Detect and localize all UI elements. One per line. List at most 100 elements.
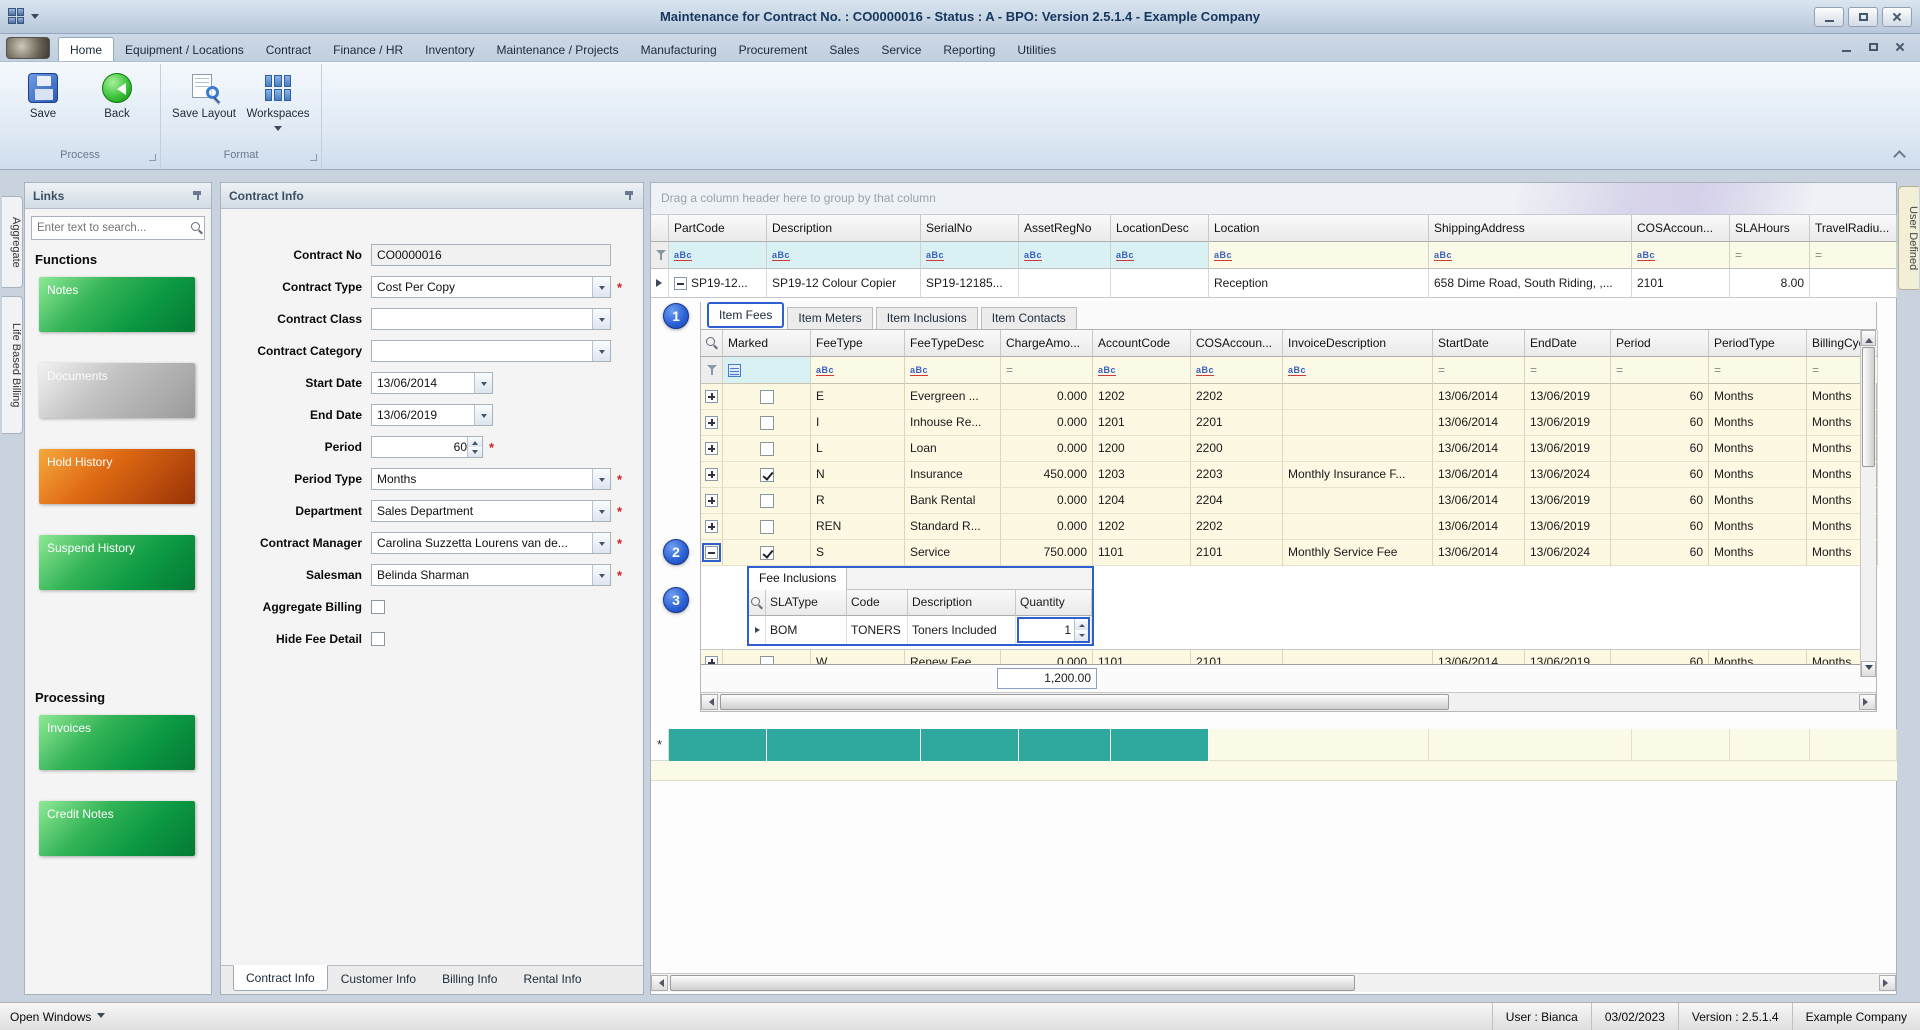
periodtype-cell[interactable]: Months xyxy=(1709,462,1807,488)
periodtype-cell[interactable]: Months xyxy=(1709,514,1807,540)
filter-cell[interactable]: aBc xyxy=(811,357,905,384)
column-header[interactable]: SLAHours xyxy=(1730,215,1810,242)
ribbon-tab[interactable]: Service xyxy=(870,38,932,61)
scroll-right-button[interactable] xyxy=(1859,694,1876,710)
spinner-icon[interactable] xyxy=(467,437,482,457)
chargeamount-cell[interactable]: 0.000 xyxy=(1001,514,1093,540)
maximize-button[interactable] xyxy=(1848,7,1878,27)
link-button[interactable]: Suspend History xyxy=(39,535,195,590)
shippingaddress-cell[interactable]: 658 Dime Road, South Riding, ,... xyxy=(1429,269,1632,298)
workspaces-button[interactable]: Workspaces xyxy=(245,70,311,135)
dropdown-icon[interactable] xyxy=(592,341,610,361)
billing-strip-row[interactable]: * xyxy=(651,729,1897,761)
period-stepper[interactable]: 60 xyxy=(371,436,483,458)
enddate-cell[interactable]: 13/06/2024 xyxy=(1525,540,1611,566)
bottom-tab[interactable]: Billing Info xyxy=(429,966,510,992)
quantity-stepper[interactable]: 1 xyxy=(1017,617,1090,643)
collapse-icon[interactable] xyxy=(705,546,718,559)
column-header[interactable]: ChargeAmo... xyxy=(1001,330,1093,357)
column-header[interactable]: FeeType xyxy=(811,330,905,357)
ribbon-tab[interactable]: Home xyxy=(58,37,114,61)
ribbon-tab[interactable]: Reporting xyxy=(932,38,1006,61)
dropdown-icon[interactable] xyxy=(592,469,610,489)
fee-row-partial[interactable]: W Renew Fee 0.000 1101 2101 13/06/2014 1… xyxy=(701,650,1876,664)
bpo-logo[interactable] xyxy=(6,37,50,59)
column-header[interactable]: Description xyxy=(767,215,921,242)
child-close-button[interactable] xyxy=(1888,38,1912,56)
fees-horizontal-scrollbar[interactable] xyxy=(701,692,1876,711)
aggregate-billing-checkbox[interactable] xyxy=(371,600,385,614)
bottom-tab[interactable]: Customer Info xyxy=(328,966,429,992)
enddate-cell[interactable]: 13/06/2019 xyxy=(1525,488,1611,514)
end-date-picker[interactable]: 13/06/2019 xyxy=(371,404,493,426)
dropdown-icon[interactable] xyxy=(592,501,610,521)
ribbon-tab[interactable]: Finance / HR xyxy=(322,38,414,61)
chargeamount-cell[interactable]: 450.000 xyxy=(1001,462,1093,488)
chargeamount-cell[interactable]: 0.000 xyxy=(1001,384,1093,410)
marked-checkbox[interactable] xyxy=(760,416,774,430)
collapse-ribbon-icon[interactable] xyxy=(1894,149,1904,159)
department-combo[interactable]: Sales Department xyxy=(371,500,611,522)
column-header[interactable]: Description xyxy=(908,590,1016,616)
filter-cell[interactable]: aBc xyxy=(1191,357,1283,384)
fee-inclusions-tab[interactable]: Fee Inclusions xyxy=(749,568,847,590)
scrollbar-thumb[interactable] xyxy=(1862,347,1875,467)
partcode-cell[interactable]: SP19-12... xyxy=(669,269,767,298)
contract-category-combo[interactable] xyxy=(371,340,611,362)
filter-cell[interactable]: = xyxy=(1709,357,1807,384)
accountcode-cell[interactable]: 1200 xyxy=(1093,436,1191,462)
filter-cell[interactable] xyxy=(723,357,811,384)
feetypedesc-cell[interactable]: Service xyxy=(905,540,1001,566)
contract-manager-combo[interactable]: Carolina Suzzetta Lourens van de... xyxy=(371,532,611,554)
contract-no-field[interactable]: CO0000016 xyxy=(371,244,611,266)
feetype-cell[interactable]: S xyxy=(811,540,905,566)
column-header[interactable]: ShippingAddress xyxy=(1429,215,1632,242)
expand-icon[interactable] xyxy=(705,390,718,403)
filter-cell[interactable]: aBc xyxy=(1209,242,1429,269)
expand-icon[interactable] xyxy=(705,494,718,507)
filter-cell[interactable]: = xyxy=(1810,242,1897,269)
dropdown-icon[interactable] xyxy=(474,373,492,393)
marked-checkbox[interactable] xyxy=(760,494,774,508)
dropdown-icon[interactable] xyxy=(592,277,610,297)
description-cell[interactable]: SP19-12 Colour Copier xyxy=(767,269,921,298)
minimize-button[interactable] xyxy=(1814,7,1844,27)
period-cell[interactable]: 60 xyxy=(1611,384,1709,410)
startdate-cell[interactable]: 13/06/2014 xyxy=(1433,514,1525,540)
period-cell[interactable]: 60 xyxy=(1611,410,1709,436)
dialog-launcher-icon[interactable] xyxy=(310,154,317,161)
start-date-picker[interactable]: 13/06/2014 xyxy=(371,372,493,394)
scroll-up-button[interactable] xyxy=(1861,330,1876,346)
scroll-left-button[interactable] xyxy=(701,694,718,710)
column-header[interactable]: SLAType xyxy=(766,590,847,616)
startdate-cell[interactable]: 13/06/2014 xyxy=(1433,540,1525,566)
invoicedescription-cell[interactable] xyxy=(1283,514,1433,540)
filter-cell[interactable]: aBc xyxy=(1019,242,1111,269)
save-button[interactable]: Save xyxy=(10,70,76,121)
enddate-cell[interactable]: 13/06/2019 xyxy=(1525,436,1611,462)
fees-search-cell[interactable] xyxy=(701,330,723,357)
cosaccount-cell[interactable]: 2101 xyxy=(1191,540,1283,566)
column-header[interactable]: Quantity xyxy=(1016,590,1092,616)
fee-row[interactable]: R Bank Rental 0.000 1204 2204 13/06/2014… xyxy=(701,488,1876,514)
periodtype-cell[interactable]: Months xyxy=(1709,410,1807,436)
cosaccount-cell[interactable]: 2202 xyxy=(1191,514,1283,540)
chargeamount-cell[interactable]: 0.000 xyxy=(1001,488,1093,514)
scroll-down-button[interactable] xyxy=(1861,661,1876,677)
filter-cell[interactable]: aBc xyxy=(1283,357,1433,384)
feetype-cell[interactable]: E xyxy=(811,384,905,410)
filter-cell[interactable]: aBc xyxy=(1429,242,1632,269)
fee-row[interactable]: N Insurance 450.000 1203 2203 Monthly In… xyxy=(701,462,1876,488)
workspaces-dropdown-icon[interactable] xyxy=(274,126,282,135)
chargeamount-cell[interactable]: 750.000 xyxy=(1001,540,1093,566)
invoicedescription-cell[interactable] xyxy=(1283,436,1433,462)
fee-row[interactable]: I Inhouse Re... 0.000 1201 2201 13/06/20… xyxy=(701,410,1876,436)
startdate-cell[interactable]: 13/06/2014 xyxy=(1433,384,1525,410)
filter-cell[interactable]: aBc xyxy=(921,242,1019,269)
filter-cell[interactable]: aBc xyxy=(767,242,921,269)
chargeamount-cell[interactable]: 0.000 xyxy=(1001,650,1093,664)
marked-checkbox[interactable] xyxy=(760,656,774,665)
pin-icon[interactable] xyxy=(192,190,203,201)
pin-icon[interactable] xyxy=(624,190,635,201)
invoicedescription-cell[interactable]: Monthly Insurance F... xyxy=(1283,462,1433,488)
